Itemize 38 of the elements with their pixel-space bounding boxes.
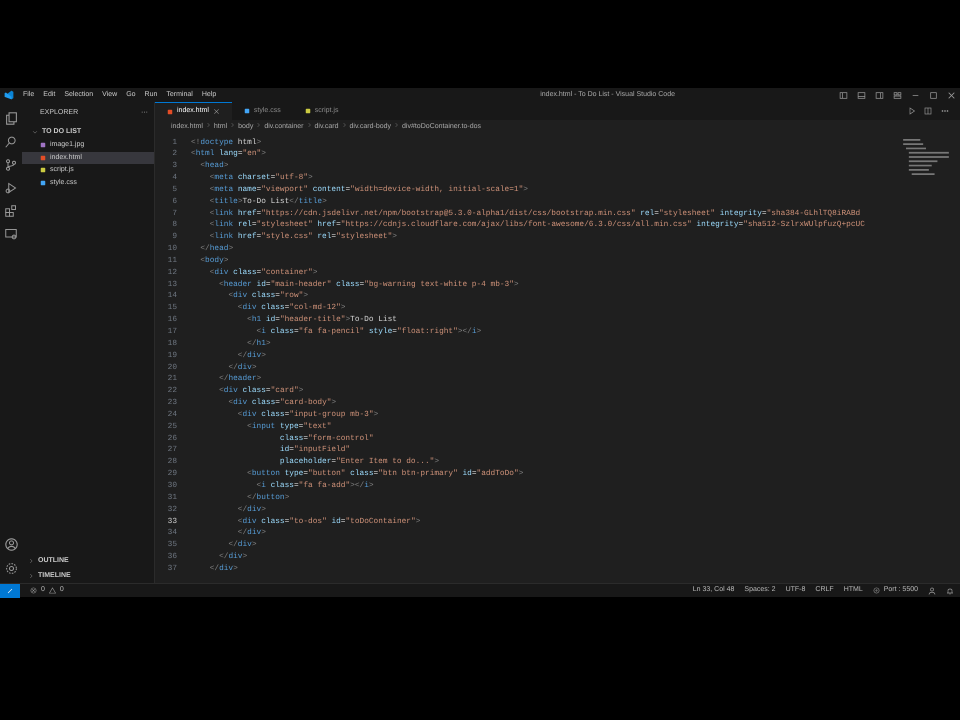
bell-icon[interactable] <box>946 586 954 594</box>
chevron-right-icon <box>206 122 211 128</box>
app-logo-icon <box>4 90 14 100</box>
broadcast-icon <box>872 587 880 594</box>
files-icon[interactable] <box>4 112 18 125</box>
close-icon[interactable] <box>947 90 956 100</box>
chevron-right-icon <box>342 122 346 128</box>
chevron-right-icon <box>306 122 312 128</box>
file-type-icon <box>244 108 250 114</box>
error-icon <box>30 587 37 594</box>
run-icon[interactable] <box>908 107 916 115</box>
layout-icon[interactable] <box>857 90 866 100</box>
close-icon[interactable] <box>212 108 220 115</box>
file-type-icon <box>304 108 311 114</box>
minimap-drawing <box>900 136 952 176</box>
settings-icon[interactable] <box>4 562 18 575</box>
person-icon[interactable] <box>928 586 936 594</box>
maximize-icon[interactable] <box>929 90 938 100</box>
split-editor-icon[interactable] <box>924 107 932 115</box>
warning-icon <box>48 587 56 594</box>
remote-button[interactable] <box>0 584 20 598</box>
layout-icon[interactable] <box>875 90 884 100</box>
layout-icon[interactable] <box>893 90 902 100</box>
chevron-right-icon <box>256 122 262 128</box>
remote-icon <box>6 586 14 594</box>
extensions-icon[interactable] <box>5 205 17 217</box>
chevron-down-icon <box>32 128 38 135</box>
chevron-right-icon <box>28 572 34 579</box>
chevron-right-icon <box>394 122 400 128</box>
layout-icon[interactable] <box>839 90 848 100</box>
account-icon[interactable] <box>4 538 18 551</box>
play-bug-icon[interactable] <box>5 182 17 194</box>
chevron-right-icon <box>28 558 34 564</box>
branch-icon[interactable] <box>5 159 17 171</box>
chevron-right-icon <box>230 122 236 128</box>
file-type-icon <box>167 108 173 114</box>
search-icon[interactable] <box>5 136 17 148</box>
monitor-icon[interactable] <box>5 228 17 240</box>
